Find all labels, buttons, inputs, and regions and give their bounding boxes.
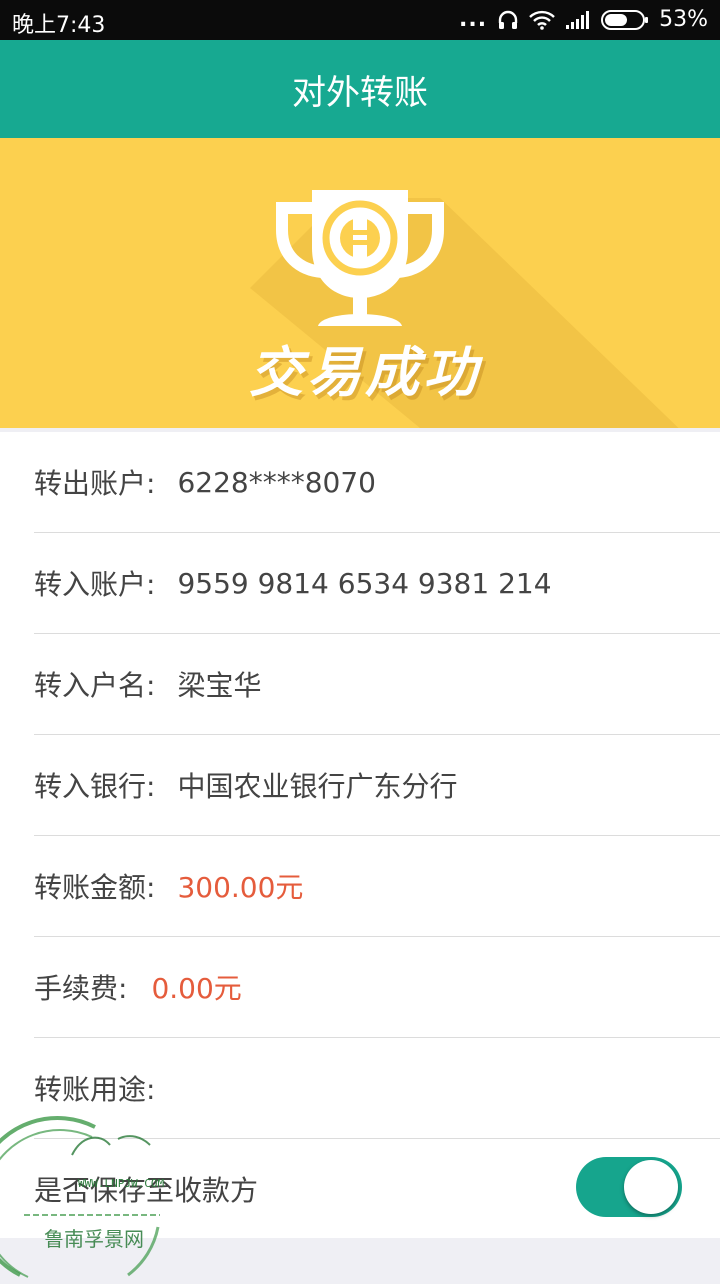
detail-row-to-account: 转入账户: 9559 9814 6534 9381 214 [34,533,720,634]
detail-label: 转入户名: [34,669,156,702]
watermark-seal [0,1116,160,1278]
wifi-icon [529,10,555,30]
status-icons: ... 53% [459,7,708,32]
detail-label: 手续费: [34,972,128,1005]
detail-label: 转出账户: [34,467,156,500]
battery-percent: 53% [659,7,708,32]
detail-label: 转账金额: [34,871,156,904]
detail-label: 转入账户: [34,568,156,601]
detail-row-amount: 转账金额: 300.00元 [34,836,720,937]
detail-row-from-account: 转出账户: 6228****8070 [34,432,720,533]
detail-row-payee-name: 转入户名: 梁宝华 [34,634,720,735]
save-payee-toggle[interactable] [576,1157,682,1217]
more-dots-icon: ... [459,7,488,32]
detail-label: 转账用途: [34,1073,156,1106]
detail-value: 6228****8070 [177,465,376,499]
detail-row-payee-bank: 转入银行: 中国农业银行广东分行 [34,735,720,836]
page-header: 对外转账 [0,40,720,138]
detail-row-fee: 手续费: 0.00元 [34,937,720,1038]
battery-icon [601,9,649,31]
watermark-url: WWW.LNPJW.COM [78,1177,165,1190]
amount-value: 300.00元 [177,871,304,904]
headphones-icon [497,9,519,31]
detail-value: 中国农业银行广东分行 [177,770,458,803]
status-time: 晚上7:43 [12,13,106,38]
signal-icon [565,10,591,30]
detail-label: 转入银行: [34,770,156,803]
status-bar: 晚上7:43 ... 53% [0,0,720,40]
watermark: WWW.LNPJW.COM 鲁南孚景网 [0,1115,180,1280]
fee-value: 0.00元 [151,972,242,1005]
toggle-knob[interactable] [624,1160,678,1214]
page-title: 对外转账 [292,72,428,113]
detail-value: 梁宝华 [177,669,262,702]
watermark-text: 鲁南孚景网 [44,1227,144,1251]
success-banner: 交易成功 [0,138,720,428]
detail-value: 9559 9814 6534 9381 214 [177,566,552,600]
success-text: 交易成功 [249,341,481,404]
